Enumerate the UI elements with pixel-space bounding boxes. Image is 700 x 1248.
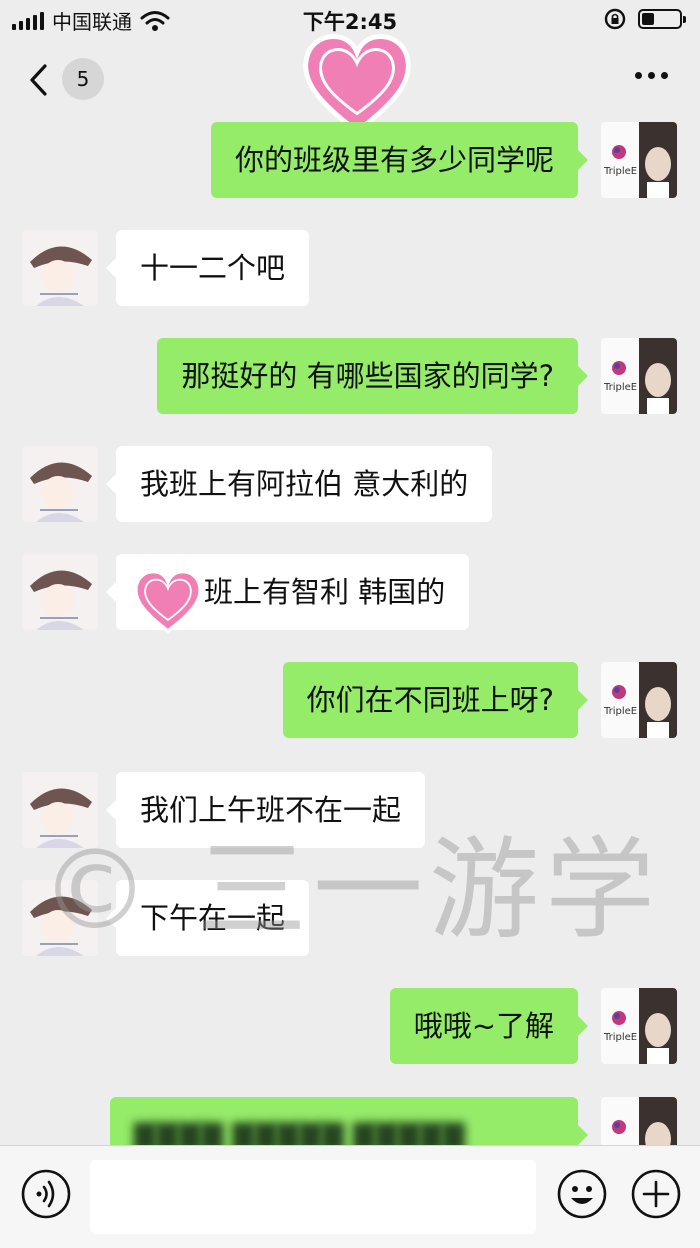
input-bar — [0, 1145, 700, 1248]
outgoing-bubble[interactable]: 你们在不同班上呀? — [282, 662, 589, 738]
avatar[interactable] — [601, 1097, 677, 1145]
self-avatar-logo: TripleE — [603, 166, 637, 177]
contact-avatar-image — [22, 880, 98, 956]
avatar[interactable]: TripleE — [601, 122, 677, 198]
heart-sticker-icon — [133, 569, 203, 634]
message-row: 哦哦~了解 TripleE — [0, 988, 700, 1066]
avatar[interactable]: TripleE — [601, 988, 677, 1064]
message-text: 班上有智利 韩国的 — [204, 575, 446, 609]
message-row: 我班上有阿拉伯 意大利的 — [0, 446, 700, 524]
avatar[interactable] — [22, 230, 98, 306]
emoji-icon[interactable] — [556, 1168, 608, 1220]
incoming-bubble[interactable]: 下午在一起 — [105, 880, 310, 956]
avatar[interactable] — [22, 772, 98, 848]
contact-avatar-image — [22, 230, 98, 306]
battery-icon — [638, 9, 686, 29]
plus-icon[interactable] — [630, 1168, 682, 1220]
back-chevron-icon[interactable] — [20, 60, 60, 100]
avatar[interactable]: TripleE — [601, 338, 677, 414]
self-avatar-logo: TripleE — [603, 706, 637, 717]
self-avatar-image: TripleE — [601, 122, 677, 198]
self-avatar-image: TripleE — [601, 662, 677, 738]
message-row: 下午在一起 — [0, 880, 700, 958]
message-row: 你的班级里有多少同学呢 TripleE — [0, 122, 700, 200]
message-input[interactable] — [90, 1160, 536, 1234]
incoming-bubble[interactable]: 十一二个吧 — [105, 230, 310, 306]
voice-icon[interactable] — [20, 1168, 72, 1220]
self-avatar-image — [601, 1097, 677, 1145]
message-row: 班上有智利 韩国的 — [0, 554, 700, 632]
contact-avatar-image — [22, 446, 98, 522]
contact-avatar-image — [22, 554, 98, 630]
avatar[interactable] — [22, 446, 98, 522]
self-avatar-image: TripleE — [601, 338, 677, 414]
contact-avatar-image — [22, 772, 98, 848]
message-row: 那挺好的 有哪些国家的同学? TripleE — [0, 338, 700, 416]
message-row: 十一二个吧 — [0, 230, 700, 308]
self-avatar-logo: TripleE — [603, 382, 637, 393]
avatar[interactable]: TripleE — [601, 662, 677, 738]
orientation-lock-icon — [604, 8, 626, 30]
incoming-bubble[interactable]: 我们上午班不在一起 — [105, 772, 426, 848]
message-row: ▇▇▇▇ ▇▇▇▇▇ ▇▇▇▇▇ — [0, 1097, 700, 1145]
status-right — [604, 8, 686, 30]
more-icon[interactable] — [635, 72, 668, 79]
outgoing-bubble[interactable]: 那挺好的 有哪些国家的同学? — [157, 338, 588, 414]
incoming-bubble[interactable]: 我班上有阿拉伯 意大利的 — [105, 446, 493, 522]
outgoing-bubble[interactable]: 哦哦~了解 — [389, 988, 589, 1064]
self-avatar-image: TripleE — [601, 988, 677, 1064]
self-avatar-logo: TripleE — [603, 1032, 637, 1043]
message-row: 我们上午班不在一起 — [0, 772, 700, 850]
unread-count-badge[interactable]: 5 — [62, 58, 104, 100]
avatar[interactable] — [22, 554, 98, 630]
outgoing-bubble-blurred[interactable]: ▇▇▇▇ ▇▇▇▇▇ ▇▇▇▇▇ — [110, 1097, 588, 1145]
message-row: 你们在不同班上呀? TripleE — [0, 662, 700, 740]
outgoing-bubble[interactable]: 你的班级里有多少同学呢 — [210, 122, 589, 198]
avatar[interactable] — [22, 880, 98, 956]
